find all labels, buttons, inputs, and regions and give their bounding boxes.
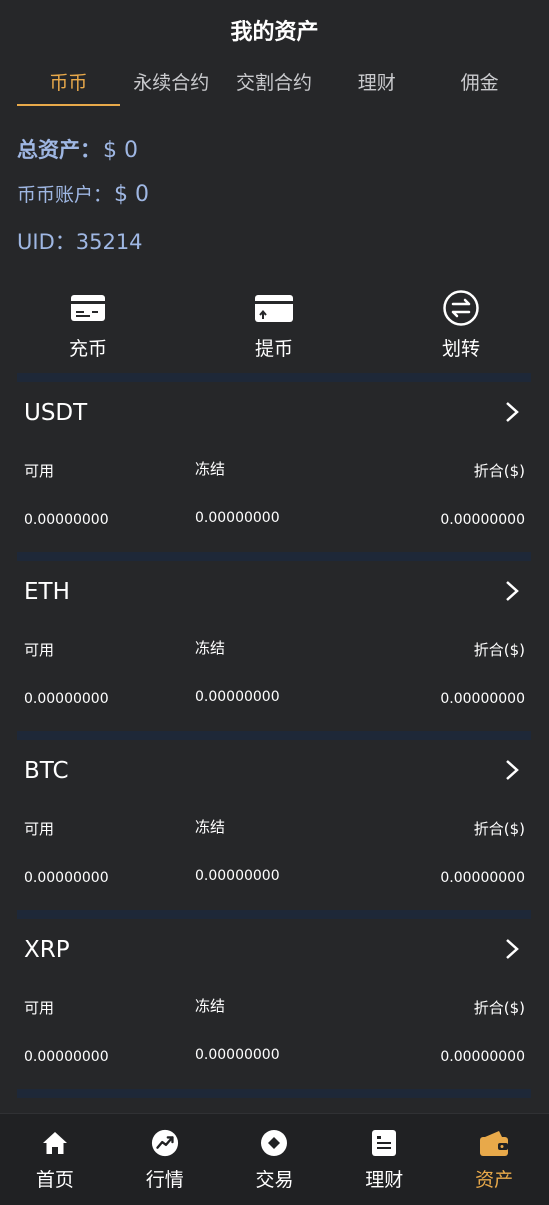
- tab-commission[interactable]: 佣金: [428, 64, 531, 106]
- coin-card-xrp[interactable]: XRP 可用 冻结 折合($) 0.00000000 0.00000000 0.…: [17, 919, 531, 1089]
- frozen-value: 0.00000000: [195, 689, 280, 705]
- user-id: UID： 35214: [17, 226, 149, 256]
- frozen-label: 冻结: [195, 639, 226, 657]
- converted-label: 折合($): [473, 820, 525, 838]
- spot-account-value: $ 0: [114, 182, 150, 207]
- available-value: 0.00000000: [24, 1049, 109, 1065]
- available-value: 0.00000000: [24, 870, 109, 886]
- chevron-right-icon[interactable]: [503, 758, 521, 782]
- available-label: 可用: [24, 641, 55, 659]
- coin-name: BTC: [24, 758, 69, 784]
- nav-home-label: 首页: [35, 1169, 74, 1191]
- withdraw-button[interactable]: 提币: [229, 290, 319, 361]
- frozen-label: 冻结: [195, 818, 226, 836]
- chevron-right-icon[interactable]: [503, 937, 521, 961]
- total-assets: 总资产： $ 0: [17, 134, 149, 180]
- chevron-right-icon[interactable]: [503, 579, 521, 603]
- bottom-nav: 首页 行情 交易 理财 资产: [0, 1113, 549, 1205]
- tab-delivery[interactable]: 交割合约: [223, 64, 326, 106]
- card-upload-icon: [255, 295, 293, 322]
- nav-market-label: 行情: [145, 1169, 184, 1191]
- converted-value: 0.00000000: [440, 870, 525, 886]
- section-divider: [17, 1089, 531, 1098]
- available-value: 0.00000000: [24, 691, 109, 707]
- uid-value: 35214: [75, 230, 143, 254]
- section-divider: [17, 373, 531, 382]
- finance-doc-icon: [372, 1130, 397, 1156]
- frozen-value: 0.00000000: [195, 868, 280, 884]
- available-value: 0.00000000: [24, 512, 109, 528]
- converted-value: 0.00000000: [440, 512, 525, 528]
- transfer-button[interactable]: 划转: [416, 290, 506, 361]
- nav-trade[interactable]: 交易: [220, 1114, 330, 1205]
- coin-name: ETH: [24, 579, 70, 605]
- frozen-value: 0.00000000: [195, 510, 280, 526]
- asset-actions: 充币 提币 划转: [0, 290, 549, 370]
- nav-trade-label: 交易: [255, 1169, 294, 1191]
- frozen-value: 0.00000000: [195, 1047, 280, 1063]
- nav-home[interactable]: 首页: [0, 1114, 110, 1205]
- converted-label: 折合($): [473, 641, 525, 659]
- deposit-label: 充币: [68, 338, 107, 360]
- transfer-label: 划转: [441, 338, 480, 360]
- converted-value: 0.00000000: [440, 1049, 525, 1065]
- section-divider: [17, 552, 531, 561]
- nav-market[interactable]: 行情: [110, 1114, 220, 1205]
- home-icon: [42, 1132, 67, 1154]
- page-title: 我的资产: [230, 20, 319, 45]
- frozen-label: 冻结: [195, 460, 226, 478]
- available-label: 可用: [24, 999, 55, 1017]
- coin-card-btc[interactable]: BTC 可用 冻结 折合($) 0.00000000 0.00000000 0.…: [17, 740, 531, 910]
- tab-perpetual[interactable]: 永续合约: [120, 64, 223, 106]
- nav-finance[interactable]: 理财: [329, 1114, 439, 1205]
- available-label: 可用: [24, 462, 55, 480]
- frozen-label: 冻结: [195, 997, 226, 1015]
- deposit-button[interactable]: 充币: [43, 290, 133, 361]
- converted-label: 折合($): [473, 462, 525, 480]
- chevron-right-icon[interactable]: [503, 400, 521, 424]
- asset-summary: 总资产： $ 0 币币账户： $ 0 UID： 35214: [17, 134, 149, 256]
- section-divider: [17, 731, 531, 740]
- asset-tabs: 币币 永续合约 交割合约 理财 佣金: [17, 64, 531, 106]
- nav-assets-label: 资产: [475, 1169, 514, 1191]
- card-icon: [71, 295, 105, 321]
- coin-name: XRP: [24, 937, 70, 963]
- converted-value: 0.00000000: [440, 691, 525, 707]
- market-trend-icon: [151, 1129, 178, 1157]
- coin-name: USDT: [24, 400, 88, 426]
- converted-label: 折合($): [473, 999, 525, 1017]
- section-divider: [17, 910, 531, 919]
- withdraw-label: 提币: [254, 338, 293, 360]
- tab-finance[interactable]: 理财: [325, 64, 428, 106]
- total-assets-value: $ 0: [103, 138, 138, 163]
- spot-account: 币币账户： $ 0: [17, 180, 149, 226]
- nav-finance-label: 理财: [365, 1169, 404, 1191]
- uid-label: UID：: [17, 230, 76, 254]
- available-label: 可用: [24, 820, 55, 838]
- nav-assets[interactable]: 资产: [439, 1114, 549, 1205]
- coin-card-usdt[interactable]: USDT 可用 冻结 折合($) 0.00000000 0.00000000 0…: [17, 382, 531, 552]
- wallet-icon: [480, 1131, 509, 1156]
- transfer-icon: [443, 290, 479, 326]
- spot-account-label: 币币账户：: [17, 184, 113, 206]
- trade-icon: [261, 1130, 288, 1156]
- tab-spot[interactable]: 币币: [17, 64, 120, 106]
- coin-card-eth[interactable]: ETH 可用 冻结 折合($) 0.00000000 0.00000000 0.…: [17, 561, 531, 731]
- total-assets-label: 总资产：: [17, 138, 101, 162]
